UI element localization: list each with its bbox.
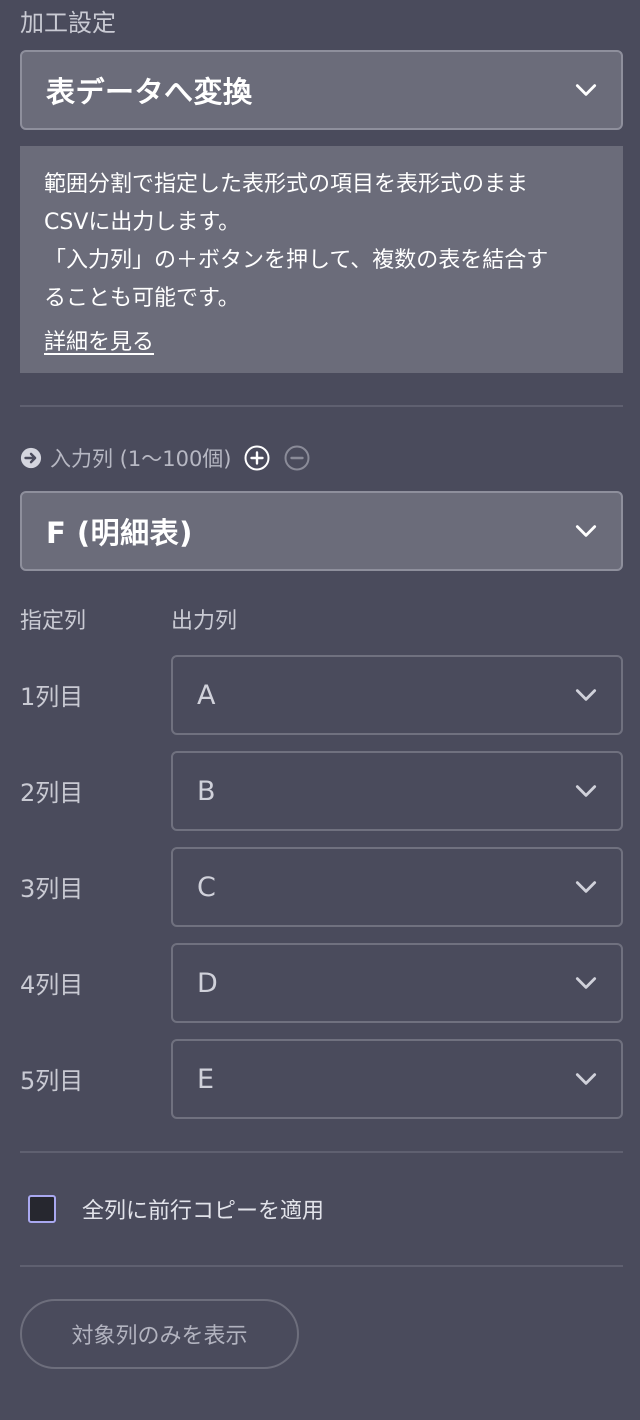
processing-type-select[interactable]: 表データへ変換 bbox=[20, 50, 623, 130]
description-line: ることも可能です。 bbox=[44, 286, 240, 311]
chevron-down-icon bbox=[575, 1073, 597, 1085]
description-line: 「入力列」の＋ボタンを押して、複数の表を結合す bbox=[44, 248, 549, 273]
processing-type-value: 表データへ変換 bbox=[46, 75, 253, 109]
divider bbox=[20, 405, 623, 407]
output-column-select[interactable]: A bbox=[171, 655, 623, 735]
output-column-select[interactable]: B bbox=[171, 751, 623, 831]
copy-previous-row-option[interactable]: 全列に前行コピーを適用 bbox=[28, 1192, 324, 1226]
input-columns-header: 入力列 (1〜100個) bbox=[20, 440, 310, 476]
row-label: 3列目 bbox=[20, 875, 84, 903]
output-column-select[interactable]: E bbox=[171, 1039, 623, 1119]
specified-column-header: 指定列 bbox=[20, 609, 87, 634]
divider bbox=[20, 1265, 623, 1267]
chevron-down-icon bbox=[575, 84, 597, 96]
input-column-select[interactable]: F (明細表) bbox=[20, 491, 623, 571]
input-column-value: F (明細表) bbox=[46, 516, 193, 550]
description-line: 範囲分割で指定した表形式の項目を表形式のまま bbox=[44, 172, 529, 197]
minus-circle-icon[interactable] bbox=[284, 445, 310, 471]
output-column-header: 出力列 bbox=[171, 609, 238, 634]
input-columns-label: 入力列 (1〜100個) bbox=[50, 447, 232, 471]
row-label: 4列目 bbox=[20, 971, 84, 999]
details-link[interactable]: 詳細を見る bbox=[44, 328, 154, 358]
output-column-value: D bbox=[197, 967, 218, 999]
chevron-down-icon bbox=[575, 689, 597, 701]
output-column-select[interactable]: C bbox=[171, 847, 623, 927]
plus-circle-icon[interactable] bbox=[244, 445, 270, 471]
copy-previous-row-label: 全列に前行コピーを適用 bbox=[82, 1199, 325, 1224]
chevron-down-icon bbox=[575, 881, 597, 893]
output-column-value: A bbox=[197, 679, 216, 711]
output-column-value: B bbox=[197, 775, 216, 807]
output-column-value: C bbox=[197, 871, 216, 903]
chevron-down-icon bbox=[575, 525, 597, 537]
processing-settings-label: 加工設定 bbox=[20, 9, 116, 37]
divider bbox=[20, 1151, 623, 1153]
chevron-down-icon bbox=[575, 785, 597, 797]
show-target-columns-button[interactable]: 対象列のみを表示 bbox=[20, 1299, 299, 1369]
chevron-down-icon bbox=[575, 977, 597, 989]
row-label: 5列目 bbox=[20, 1067, 84, 1095]
output-column-select[interactable]: D bbox=[171, 943, 623, 1023]
copy-previous-row-checkbox[interactable] bbox=[28, 1195, 56, 1223]
description-line: CSVに出力します。 bbox=[44, 210, 241, 235]
row-label: 2列目 bbox=[20, 779, 84, 807]
arrow-right-circle-icon bbox=[20, 447, 42, 469]
output-column-value: E bbox=[197, 1063, 215, 1095]
row-label: 1列目 bbox=[20, 683, 84, 711]
processing-description: 範囲分割で指定した表形式の項目を表形式のまま CSVに出力します。 「入力列」の… bbox=[20, 146, 623, 373]
